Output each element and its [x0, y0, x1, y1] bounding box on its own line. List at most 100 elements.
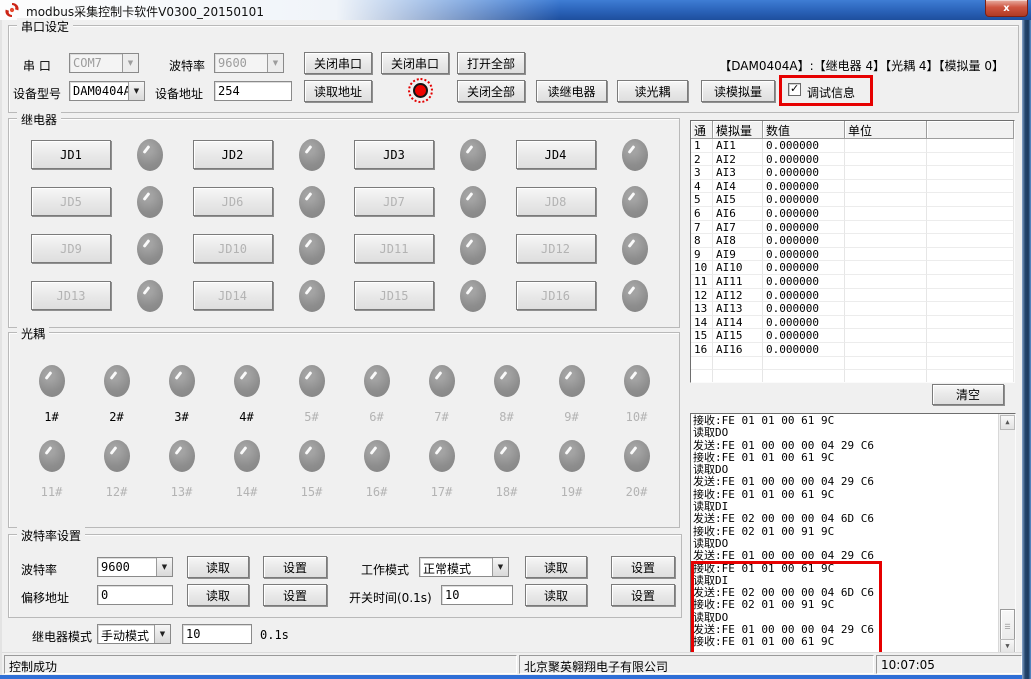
opto-label: 16# — [366, 485, 388, 499]
table-cell: 9 — [691, 248, 713, 262]
table-cell: 2 — [691, 153, 713, 167]
relay-cell: JD2 — [185, 139, 347, 171]
scroll-up-icon[interactable]: ▲ — [1000, 415, 1015, 430]
relay-button-jd4[interactable]: JD4 — [516, 140, 596, 169]
table-cell — [927, 234, 1014, 248]
table-row[interactable]: 5AI50.000000 — [691, 193, 1014, 207]
relay-button-jd3[interactable]: JD3 — [354, 140, 434, 169]
opto-label: 12# — [106, 485, 128, 499]
table-cell — [713, 357, 763, 371]
table-row[interactable]: 1AI10.000000 — [691, 139, 1014, 153]
table-row[interactable]: 13AI130.000000 — [691, 302, 1014, 316]
offset-set-button[interactable]: 设置 — [263, 584, 327, 606]
table-row[interactable]: 8AI80.000000 — [691, 234, 1014, 248]
table-row[interactable] — [691, 357, 1014, 371]
table-cell: AI15 — [713, 329, 763, 343]
relay-indicator-icon — [299, 280, 325, 312]
table-cell: AI16 — [713, 343, 763, 357]
debug-info-checkbox[interactable] — [788, 83, 801, 96]
work-mode-select[interactable]: 正常模式 ▼ — [419, 557, 509, 577]
debug-info-label: 调试信息 — [807, 84, 855, 101]
table-cell — [845, 302, 927, 316]
opto-indicator-icon — [624, 440, 650, 472]
table-header-cell: 通 — [691, 121, 713, 139]
table-row[interactable]: 2AI20.000000 — [691, 153, 1014, 167]
table-cell — [845, 343, 927, 357]
table-row[interactable]: 15AI150.000000 — [691, 329, 1014, 343]
table-cell — [927, 289, 1014, 303]
table-cell — [845, 180, 927, 194]
table-cell — [927, 193, 1014, 207]
table-cell — [927, 221, 1014, 235]
table-cell: 0.000000 — [763, 166, 845, 180]
titlebar[interactable]: modbus采集控制卡软件V0300_20150101 x — [0, 0, 1031, 20]
opto-label: 13# — [171, 485, 193, 499]
table-row[interactable]: 10AI100.000000 — [691, 261, 1014, 275]
app-logo-icon — [4, 2, 20, 18]
chevron-down-icon: ▼ — [156, 558, 172, 576]
work-mode-read-button[interactable]: 读取 — [525, 556, 587, 578]
table-row[interactable]: 16AI160.000000 — [691, 343, 1014, 357]
chevron-down-icon: ▼ — [154, 625, 170, 643]
table-row[interactable]: 3AI30.000000 — [691, 166, 1014, 180]
status-led-icon — [413, 83, 428, 98]
relay-indicator-icon — [137, 139, 163, 171]
table-row[interactable] — [691, 370, 1014, 383]
table-row[interactable]: 4AI40.000000 — [691, 180, 1014, 194]
open-all-button[interactable]: 打开全部 — [457, 52, 525, 74]
read-relay-button[interactable]: 读继电器 — [536, 80, 607, 102]
table-row[interactable]: 7AI70.000000 — [691, 221, 1014, 235]
table-cell: 0.000000 — [763, 153, 845, 167]
read-opto-button[interactable]: 读光耦 — [617, 80, 688, 102]
relay-button-jd12: JD12 — [516, 234, 596, 263]
switch-time-set-button[interactable]: 设置 — [611, 584, 675, 606]
baud2-select[interactable]: 9600 ▼ — [97, 557, 173, 577]
table-row[interactable]: 14AI140.000000 — [691, 316, 1014, 330]
opto-indicator-icon — [429, 365, 455, 397]
offset-input[interactable] — [97, 585, 173, 605]
table-header-cell — [927, 121, 1014, 139]
switch-time-input[interactable] — [441, 585, 513, 605]
close-button[interactable]: x — [985, 0, 1028, 17]
baud-set-button[interactable]: 设置 — [263, 556, 327, 578]
log-scrollbar[interactable]: ▲ ☰ ▼ — [998, 414, 1015, 655]
table-cell: AI10 — [713, 261, 763, 275]
offset-read-button[interactable]: 读取 — [187, 584, 249, 606]
table-row[interactable]: 11AI110.000000 — [691, 275, 1014, 289]
table-cell — [845, 248, 927, 262]
baud-read-button[interactable]: 读取 — [187, 556, 249, 578]
device-addr-input[interactable] — [214, 81, 292, 101]
table-cell — [763, 370, 845, 383]
debug-log[interactable]: 接收:FE 01 01 00 61 9C读取DO发送:FE 01 00 00 0… — [690, 413, 1016, 656]
read-analog-button[interactable]: 读模拟量 — [701, 80, 775, 102]
relay-button-jd13: JD13 — [31, 281, 111, 310]
table-row[interactable]: 9AI90.000000 — [691, 248, 1014, 262]
close-all-button[interactable]: 关闭全部 — [457, 80, 525, 102]
table-cell: AI7 — [713, 221, 763, 235]
opto-cell: 9# — [539, 349, 604, 424]
relay-mode-select[interactable]: 手动模式 ▼ — [97, 624, 171, 644]
relay-button-jd6: JD6 — [193, 187, 273, 216]
table-cell — [927, 343, 1014, 357]
table-cell — [845, 261, 927, 275]
table-cell: 0.000000 — [763, 343, 845, 357]
opto-label: 11# — [41, 485, 63, 499]
opto-label: 6# — [369, 410, 383, 424]
read-addr-button[interactable]: 读取地址 — [304, 80, 372, 102]
close-serial-button-2[interactable]: 关闭串口 — [381, 52, 449, 74]
close-serial-button-1[interactable]: 关闭串口 — [304, 52, 372, 74]
work-mode-set-button[interactable]: 设置 — [611, 556, 675, 578]
table-row[interactable]: 12AI120.000000 — [691, 289, 1014, 303]
relay-button-jd2[interactable]: JD2 — [193, 140, 273, 169]
device-addr-label: 设备地址 — [155, 85, 203, 102]
table-cell — [927, 316, 1014, 330]
opto-cell: 7# — [409, 349, 474, 424]
opto-group: 光耦 1#2#3#4#5#6#7#8#9#10#11#12#13#14#15#1… — [8, 332, 680, 528]
clear-button[interactable]: 清空 — [932, 384, 1004, 405]
relay-button-jd1[interactable]: JD1 — [31, 140, 111, 169]
log-line: 接收:FE 01 01 00 61 9C — [693, 489, 1015, 501]
table-row[interactable]: 6AI60.000000 — [691, 207, 1014, 221]
device-model-select[interactable]: DAM0404A ▼ — [69, 81, 145, 101]
switch-time-read-button[interactable]: 读取 — [525, 584, 587, 606]
relay-mode-time-input[interactable] — [182, 624, 252, 644]
